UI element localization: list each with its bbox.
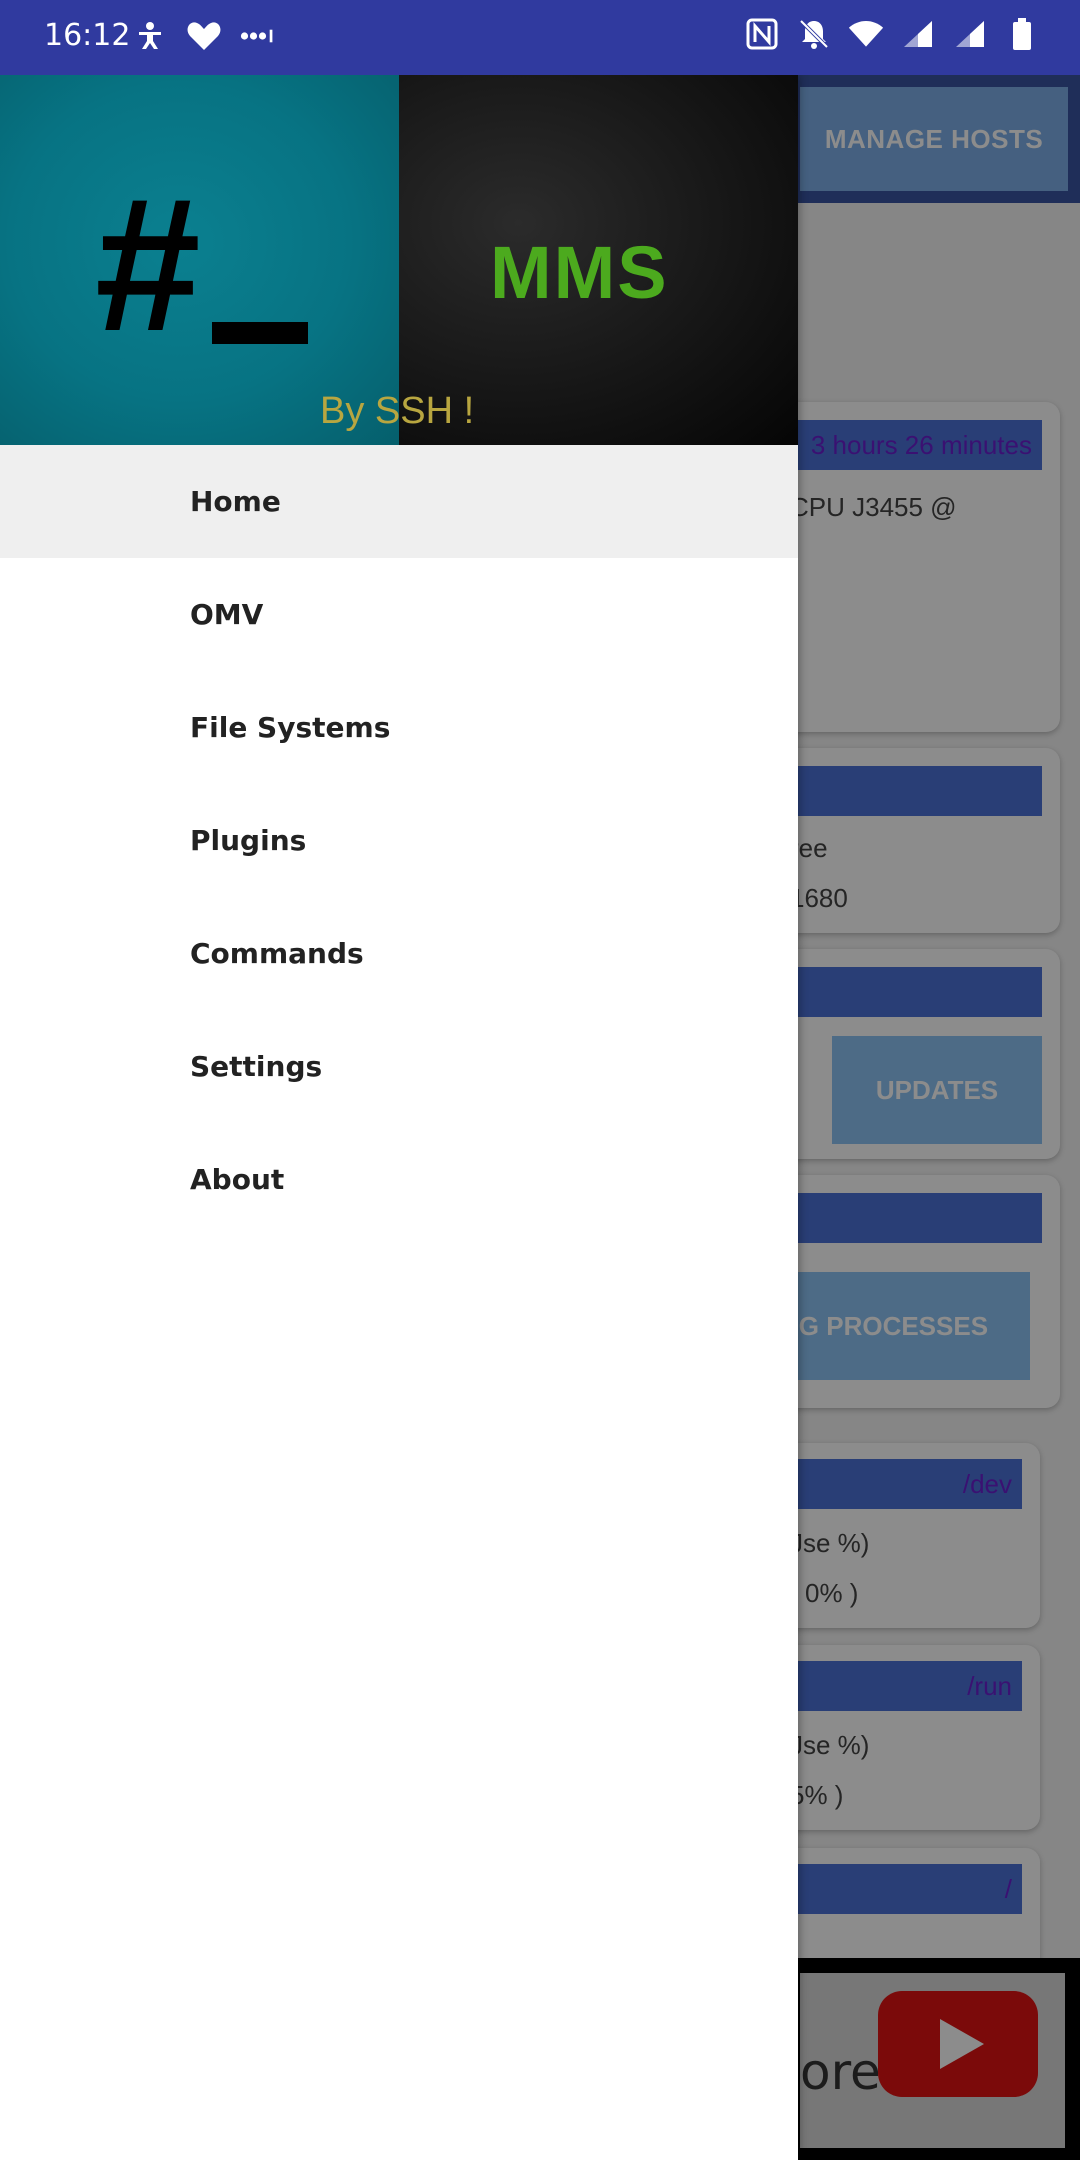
drawer-item-plugins[interactable]: Plugins xyxy=(0,784,798,897)
drawer-item-about[interactable]: About xyxy=(0,1123,798,1236)
drawer-item-file-systems[interactable]: File Systems xyxy=(0,671,798,784)
signal-icon xyxy=(952,16,988,52)
battery-icon xyxy=(1004,16,1040,52)
drawer-item-omv[interactable]: OMV xyxy=(0,558,798,671)
heart-icon xyxy=(186,18,222,54)
terminal-cursor-icon xyxy=(212,322,308,344)
drawer-header: # MMS By SSH ! xyxy=(0,75,798,445)
drawer-item-label: OMV xyxy=(190,598,264,631)
status-time: 16:12 xyxy=(44,18,131,53)
drawer-item-label: Home xyxy=(190,485,281,518)
navigation-drawer: # MMS By SSH ! Home OMV File Systems Plu… xyxy=(0,75,798,2160)
drawer-item-label: Commands xyxy=(190,937,364,970)
signal-icon xyxy=(900,16,936,52)
drawer-item-label: File Systems xyxy=(190,711,391,744)
terminal-prompt-logo: # xyxy=(95,159,201,371)
drawer-item-home[interactable]: Home xyxy=(0,445,798,558)
wifi-icon xyxy=(848,16,884,52)
status-bar: 16:12 xyxy=(0,0,1080,75)
drawer-item-label: Settings xyxy=(190,1050,323,1083)
drawer-item-label: Plugins xyxy=(190,824,307,857)
accessibility-icon xyxy=(132,18,168,54)
app-name: MMS xyxy=(490,231,669,314)
drawer-item-commands[interactable]: Commands xyxy=(0,897,798,1010)
dots-icon xyxy=(240,18,276,54)
drawer-item-label: About xyxy=(190,1163,285,1196)
bell-off-icon xyxy=(796,16,832,52)
drawer-menu: Home OMV File Systems Plugins Commands S… xyxy=(0,445,798,1236)
nfc-icon xyxy=(744,16,780,52)
app-tagline: By SSH ! xyxy=(320,390,475,432)
drawer-item-settings[interactable]: Settings xyxy=(0,1010,798,1123)
